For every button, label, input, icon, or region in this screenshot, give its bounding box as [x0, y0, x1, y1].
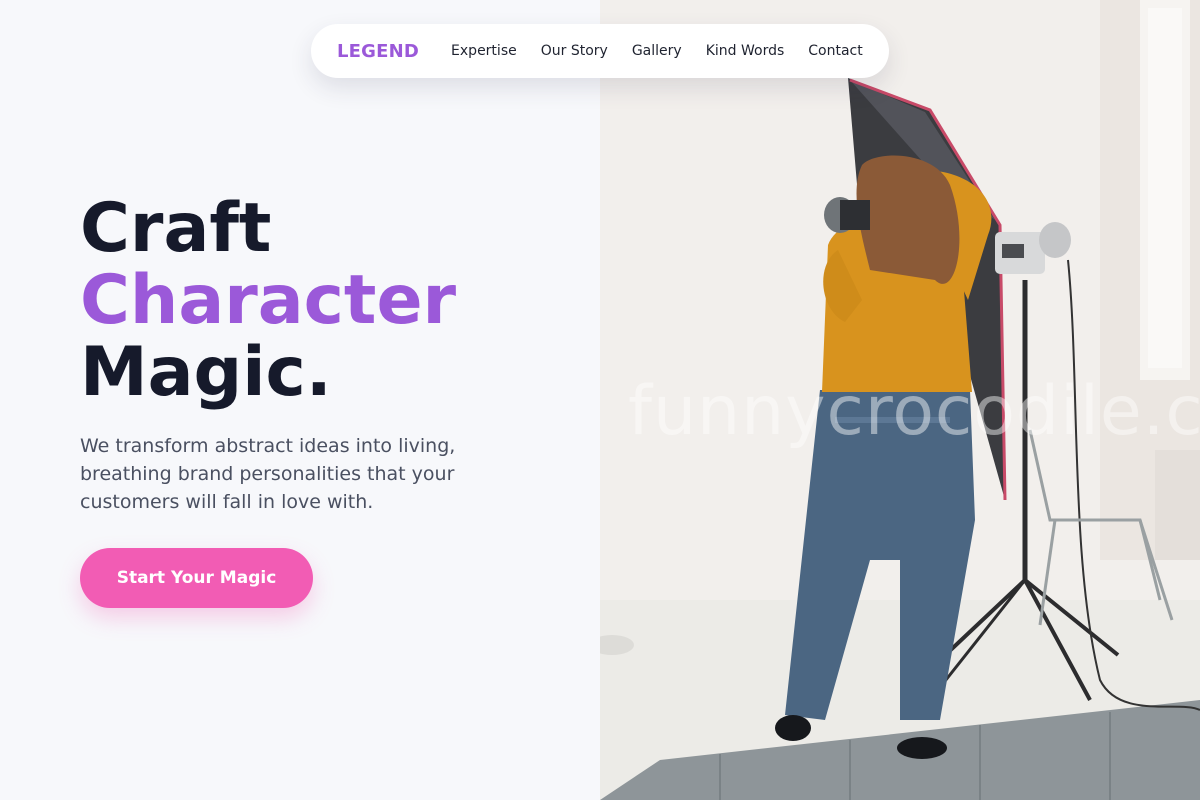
hero-title-line-1: Craft	[80, 189, 272, 268]
hero-photo: funnycrocodile.com	[600, 0, 1200, 800]
nav-link-expertise[interactable]: Expertise	[451, 43, 517, 59]
hero-title-line-3: Magic.	[80, 333, 332, 412]
nav-link-gallery[interactable]: Gallery	[632, 43, 682, 59]
nav-link-our-story[interactable]: Our Story	[541, 43, 608, 59]
hero-title: Craft Character Magic.	[80, 193, 456, 409]
brand-logo[interactable]: LEGEND	[337, 41, 419, 62]
hero-description: We transform abstract ideas into living,…	[80, 435, 456, 513]
top-navbar: LEGEND Expertise Our Story Gallery Kind …	[311, 24, 889, 78]
start-your-magic-button[interactable]: Start Your Magic	[80, 548, 313, 608]
hero-left-panel: Craft Character Magic. We transform abst…	[0, 0, 600, 800]
hero-title-line-2: Character	[80, 261, 457, 340]
nav-link-contact[interactable]: Contact	[808, 43, 862, 59]
nav-link-kind-words[interactable]: Kind Words	[706, 43, 785, 59]
watermark-text: funnycrocodile.com	[628, 372, 1200, 451]
